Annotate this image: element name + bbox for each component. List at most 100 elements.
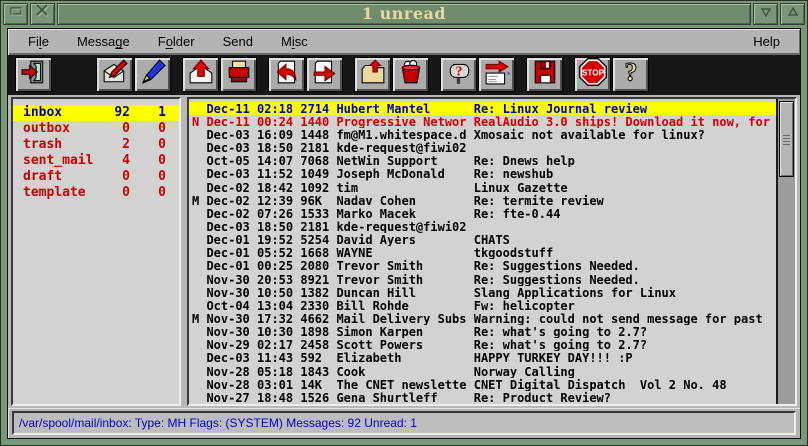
delete-button[interactable] <box>392 57 429 92</box>
message-row[interactable]: Dec-0218:421092timLinux Gazette <box>189 181 776 194</box>
folder-row-outbox[interactable]: outbox00 <box>13 121 179 137</box>
message-size: 1843 <box>300 365 336 378</box>
folder-unread-count: 0 <box>130 153 166 168</box>
message-date: Dec-01 <box>206 246 257 259</box>
shade-button[interactable] <box>753 3 778 25</box>
stop-button[interactable]: STOP <box>574 57 611 92</box>
message-date: Nov-29 <box>206 338 257 351</box>
message-row[interactable]: Dec-0318:502181kde-request@fiwi02 <box>189 220 776 233</box>
help-icon: ? <box>618 59 644 90</box>
message-subject: Norway Calling <box>474 365 776 378</box>
compose-button[interactable] <box>96 57 133 92</box>
message-date: Oct-05 <box>206 154 257 167</box>
forward-button[interactable] <box>306 57 343 92</box>
message-flag <box>192 141 206 154</box>
receive-button[interactable] <box>182 57 219 92</box>
folder-list: inbox921outbox00trash20sent_mail40draft0… <box>11 97 181 406</box>
send-queued-button[interactable]: * <box>478 57 515 92</box>
folder-row-sent_mail[interactable]: sent_mail40 <box>13 153 179 169</box>
message-row[interactable]: Nov-2902:172458Scott PowersRe: what's go… <box>189 338 776 351</box>
message-row[interactable]: Dec-0318:502181kde-request@fiwi02 <box>189 141 776 154</box>
message-row[interactable]: Nov-2718:481526Gena ShurtleffRe: Product… <box>189 391 776 404</box>
move-to-folder-button[interactable] <box>354 57 391 92</box>
message-flag <box>192 220 206 233</box>
folder-total-count: 2 <box>94 137 130 152</box>
message-row[interactable]: Dec-0207:261533Marko MacekRe: fte-0.44 <box>189 207 776 220</box>
folder-row-draft[interactable]: draft00 <box>13 169 179 185</box>
message-size: 2080 <box>300 259 336 272</box>
svg-text:*: * <box>506 71 509 82</box>
message-row[interactable]: Nov-3010:501382Duncan HillSlang Applicat… <box>189 286 776 299</box>
folder-row-template[interactable]: template00 <box>13 185 179 201</box>
message-row[interactable]: Dec-0316:091448fm@M1.whitespace.dXmosaic… <box>189 128 776 141</box>
triangle-up-icon <box>786 5 800 23</box>
message-time: 17:32 <box>257 312 300 325</box>
message-subject: Re: Product Review? <box>474 391 776 404</box>
message-row[interactable]: Dec-0311:43592ElizabethHAPPY TURKEY DAY!… <box>189 351 776 364</box>
message-row[interactable]: MDec-0212:3996KNadav CohenRe: termite re… <box>189 194 776 207</box>
message-subject: Re: newshub <box>474 167 776 180</box>
folder-unread-count: 0 <box>130 185 166 200</box>
toolbar-group <box>526 57 564 92</box>
message-row[interactable]: Nov-2805:181843CookNorway Calling <box>189 365 776 378</box>
folder-row-inbox[interactable]: inbox921 <box>13 105 179 121</box>
message-size: 8921 <box>300 273 336 286</box>
menu-send[interactable]: Send <box>209 34 267 49</box>
message-row[interactable]: Dec-0105:521668WAYNEtkgoodstuff <box>189 246 776 259</box>
folder-total-count: 92 <box>94 105 130 120</box>
main-area: inbox921outbox00trash20sent_mail40draft0… <box>8 95 800 408</box>
message-size: 1049 <box>300 167 336 180</box>
message-time: 02:18 <box>257 102 300 115</box>
iconify-icon <box>8 4 24 23</box>
message-row[interactable]: Dec-0311:521049Joseph McDonaldRe: newshu… <box>189 167 776 180</box>
message-row[interactable]: NDec-1100:241440Progressive NetworRealAu… <box>189 115 776 128</box>
message-date: Nov-30 <box>206 325 257 338</box>
close-button[interactable] <box>30 3 55 25</box>
message-flag: M <box>192 194 206 207</box>
menu-file[interactable]: File <box>14 34 63 49</box>
message-row[interactable]: Dec-0100:252080Trevor SmithRe: Suggestio… <box>189 259 776 272</box>
svg-text:?: ? <box>455 64 462 80</box>
titlebar: 1 unread <box>3 3 805 25</box>
message-row[interactable]: MNov-3017:324662Mail Delivery SubsWarnin… <box>189 312 776 325</box>
window-title: 1 unread <box>57 3 751 25</box>
menu-folder[interactable]: Folder <box>144 34 209 49</box>
reply-button[interactable] <box>268 57 305 92</box>
menu-misc[interactable]: Misc <box>267 34 322 49</box>
message-row[interactable]: Nov-3010:301898Simon KarpenRe: what's go… <box>189 325 776 338</box>
message-from: Elizabeth <box>336 351 473 364</box>
message-subject: Slang Applications for Linux <box>474 286 776 299</box>
iconify-button[interactable] <box>3 3 28 25</box>
check-mail-button[interactable]: ? <box>440 57 477 92</box>
message-flag <box>192 154 206 167</box>
message-row[interactable]: Oct-0514:077068NetWin SupportRe: Dnews h… <box>189 154 776 167</box>
message-time: 13:04 <box>257 299 300 312</box>
message-row[interactable]: Dec-0119:525254David AyersCHATS <box>189 233 776 246</box>
vertical-scrollbar[interactable] <box>776 99 795 404</box>
message-from: Trevor Smith <box>336 259 473 272</box>
message-row[interactable]: Nov-3020:538921Trevor SmithRe: Suggestio… <box>189 273 776 286</box>
stop-icon: STOP <box>579 58 607 91</box>
print-button[interactable] <box>220 57 257 92</box>
help-button[interactable]: ? <box>612 57 649 92</box>
folder-name: draft <box>23 169 94 184</box>
message-date: Dec-11 <box>206 102 257 115</box>
menu-help[interactable]: Help <box>739 34 794 49</box>
menu-message[interactable]: Message <box>63 34 144 49</box>
message-from: Bill Rohde <box>336 299 473 312</box>
message-from: Joseph McDonald <box>336 167 473 180</box>
exit-button[interactable] <box>15 57 52 92</box>
maximize-button[interactable] <box>780 3 805 25</box>
message-row[interactable]: Oct-0413:042330Bill RohdeFw: helicopter <box>189 299 776 312</box>
message-date: Dec-11 <box>206 115 257 128</box>
save-button[interactable] <box>526 57 563 92</box>
message-flag <box>192 299 206 312</box>
message-from: fm@M1.whitespace.d <box>336 128 473 141</box>
message-row[interactable]: Nov-2803:0114KThe CNET newsletteCNET Dig… <box>189 378 776 391</box>
message-flag: M <box>192 312 206 325</box>
message-row[interactable]: Dec-1102:182714Hubert MantelRe: Linux Jo… <box>189 102 776 115</box>
edit-button[interactable] <box>134 57 171 92</box>
toolbar-group <box>268 57 344 92</box>
scrollbar-thumb[interactable] <box>779 101 794 177</box>
folder-row-trash[interactable]: trash20 <box>13 137 179 153</box>
